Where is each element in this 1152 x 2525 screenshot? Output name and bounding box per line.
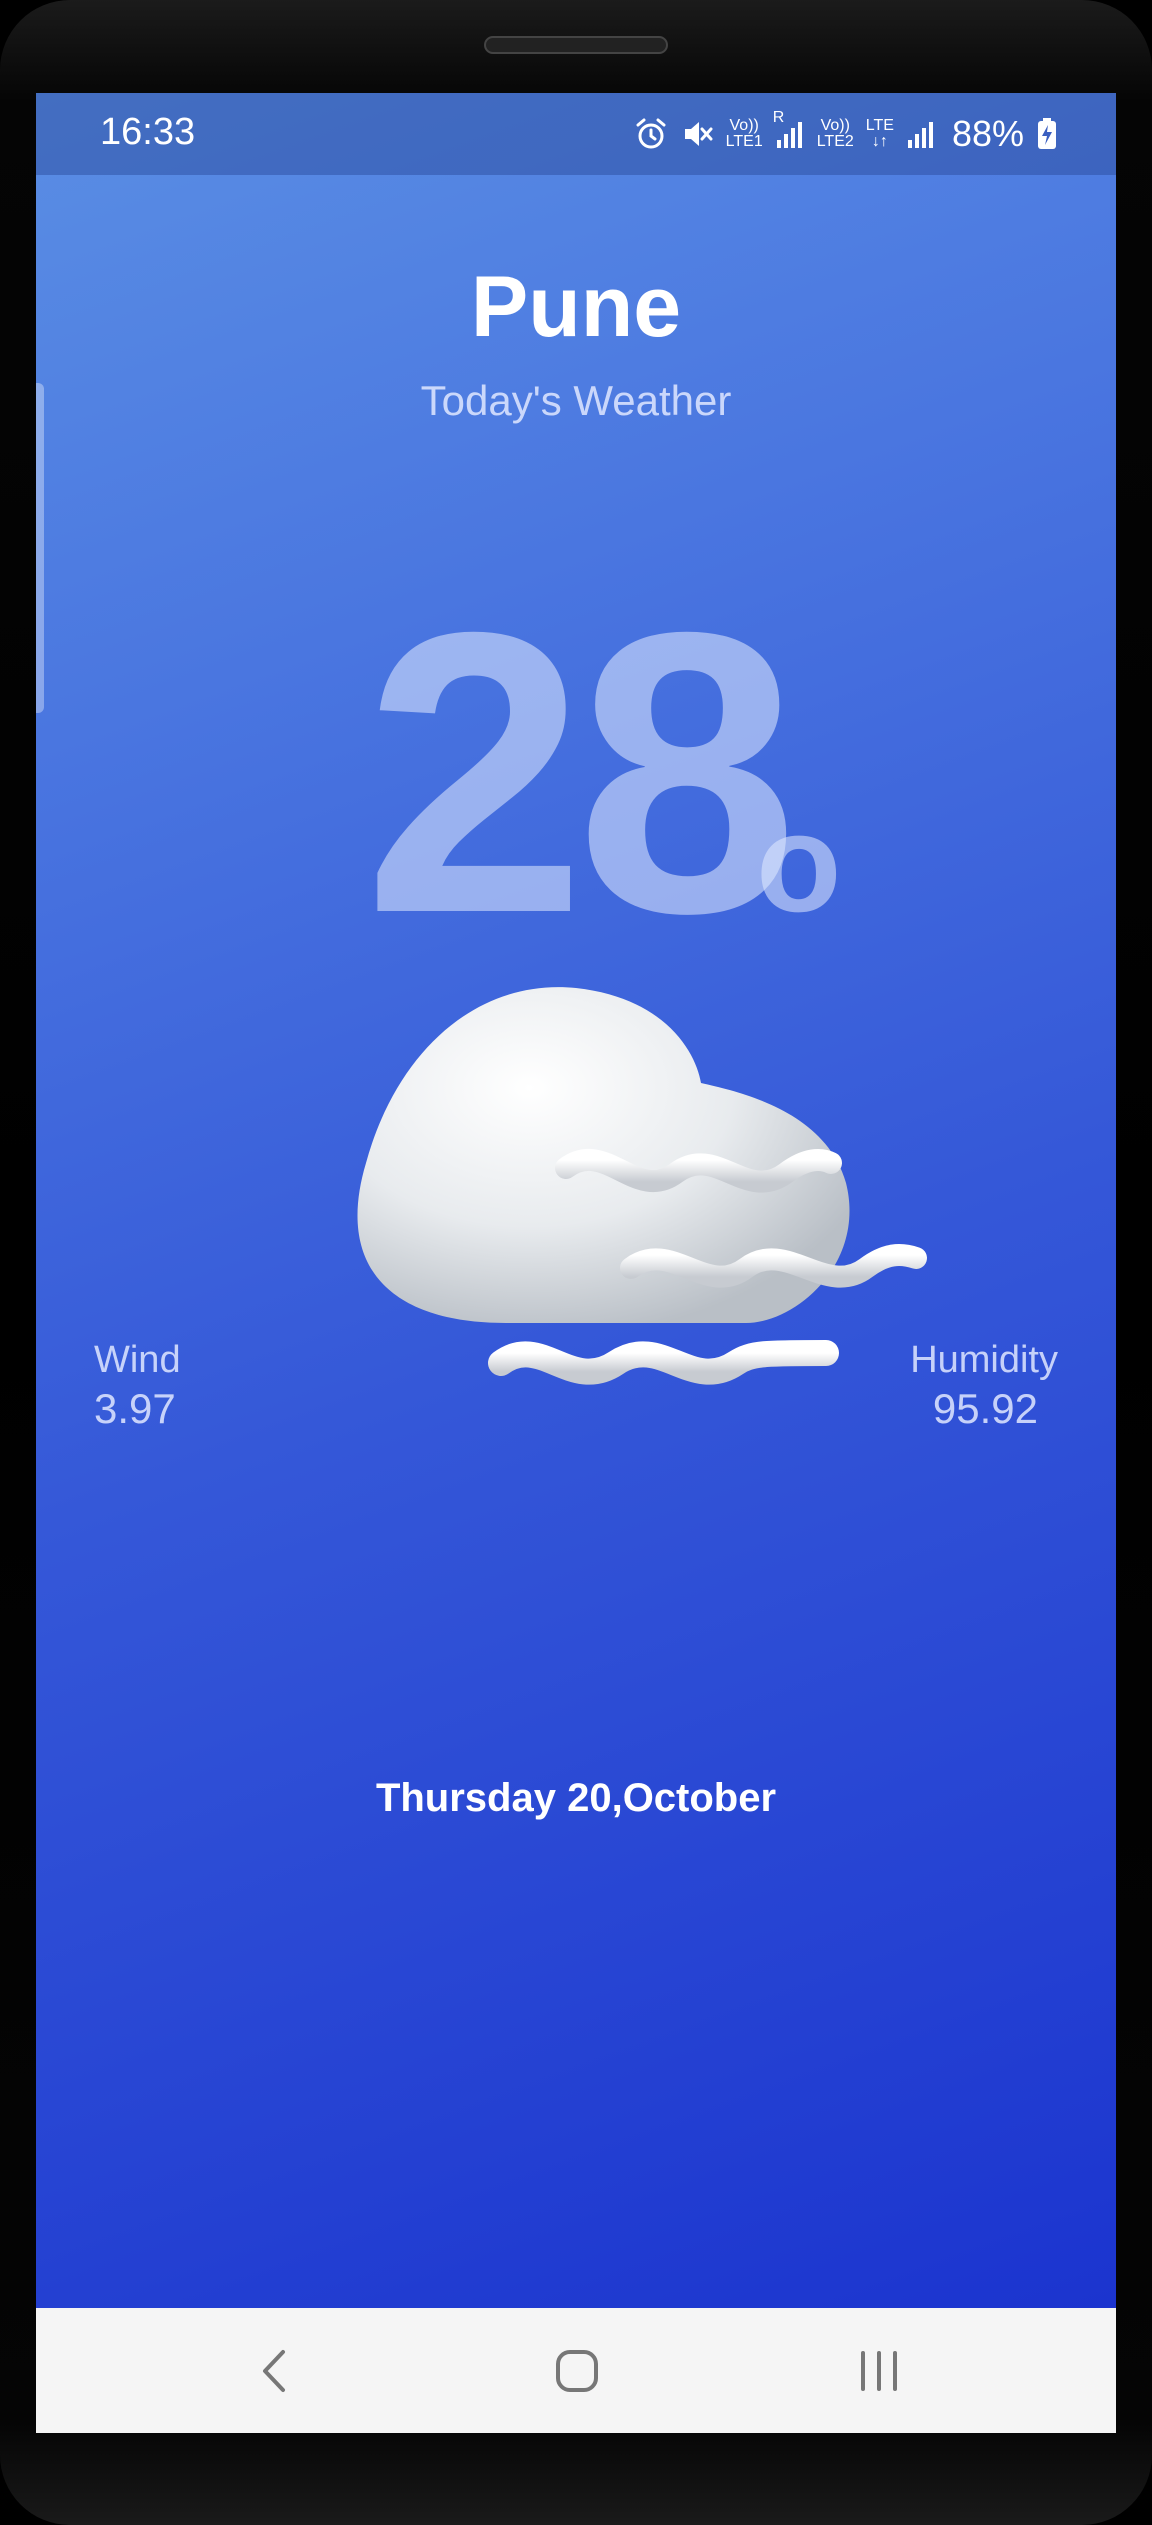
- back-button[interactable]: [240, 2338, 310, 2408]
- home-icon: [553, 2347, 601, 2400]
- lte-indicator: LTE ↓↑: [865, 117, 894, 150]
- status-icons: Vo)) LTE1 R Vo)) LTE2 LTE ↓↑ 88%: [634, 109, 1058, 159]
- sim2-volte-indicator: Vo)) LTE2: [816, 117, 854, 150]
- alarm-icon: [634, 117, 668, 151]
- status-bar: 16:33 Vo)) LTE1 R Vo)) LTE2 LTE ↓↑ 88%: [36, 93, 1116, 175]
- wind-value: 3.97: [94, 1385, 176, 1432]
- back-icon: [255, 2346, 295, 2401]
- recents-icon: [855, 2349, 903, 2398]
- battery-charging-icon: [1036, 117, 1058, 151]
- roaming-indicator: R: [772, 109, 785, 126]
- current-date: Thursday 20,October: [375, 1776, 777, 1820]
- data-arrows-icon: ↓↑: [871, 133, 888, 150]
- navigation-bar: [36, 2308, 1116, 2433]
- screen: 16:33 Vo)) LTE1 R Vo)) LTE2 LTE ↓↑ 88% P…: [36, 93, 1116, 2433]
- earpiece-speaker: [484, 36, 668, 54]
- status-time: 16:33: [100, 111, 196, 153]
- city-name: Pune: [470, 259, 682, 355]
- page-subtitle: Today's Weather: [420, 377, 732, 424]
- battery-percent: 88%: [951, 113, 1024, 154]
- humidity-value: 95.92: [932, 1385, 1038, 1432]
- fog-cloud-icon: [326, 883, 996, 1403]
- sim1-volte-indicator: Vo)) LTE1: [725, 117, 763, 150]
- signal-icon: [906, 118, 936, 150]
- mute-icon: [680, 117, 714, 151]
- humidity-label: Humidity: [910, 1339, 1058, 1381]
- phone-frame: 16:33 Vo)) LTE1 R Vo)) LTE2 LTE ↓↑ 88% P…: [0, 0, 1152, 2525]
- recents-button[interactable]: [844, 2338, 914, 2408]
- wind-label: Wind: [94, 1339, 181, 1381]
- home-button[interactable]: [542, 2338, 612, 2408]
- signal-icon: R: [773, 110, 805, 150]
- weather-app: 16:33 Vo)) LTE1 R Vo)) LTE2 LTE ↓↑ 88% P…: [36, 93, 1116, 2308]
